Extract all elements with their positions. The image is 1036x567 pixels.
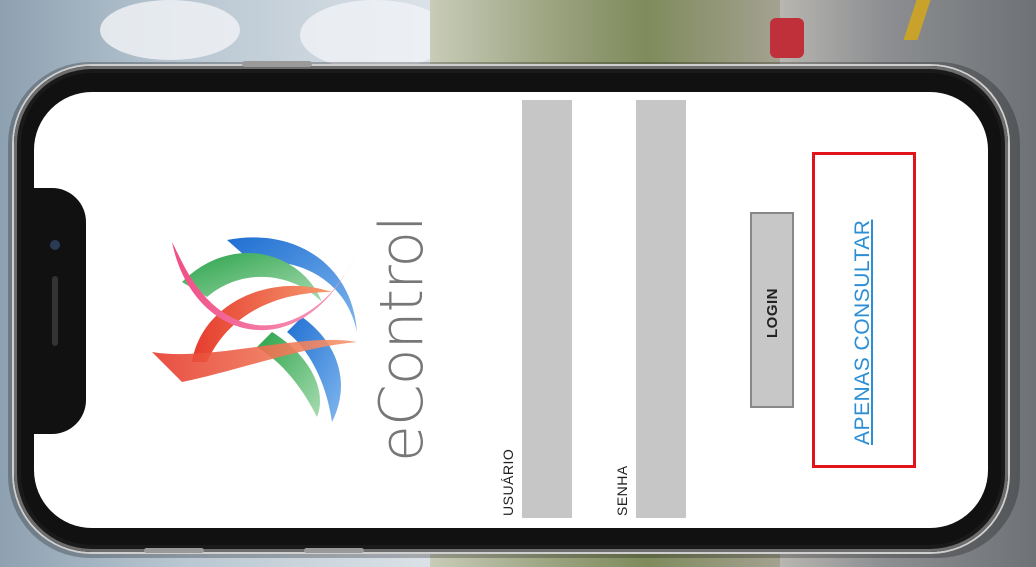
password-label: SENHA: [614, 465, 630, 516]
phone-side-button: [242, 61, 312, 67]
phone-notch: [34, 188, 86, 434]
username-field[interactable]: [522, 100, 572, 518]
phone-side-button: [144, 548, 204, 553]
username-label: USUÁRIO: [500, 448, 516, 516]
phone-side-button: [304, 548, 364, 553]
brand-wordmark: eControl: [367, 216, 437, 462]
econtrol-logo-icon: [152, 237, 357, 422]
login-button[interactable]: LOGIN: [750, 212, 794, 408]
front-camera-icon: [50, 240, 60, 250]
speaker-icon: [52, 276, 58, 346]
login-button-label: LOGIN: [764, 288, 781, 338]
password-field[interactable]: [636, 100, 686, 518]
apenas-consultar-link[interactable]: APENAS CONSULTAR: [851, 220, 875, 445]
